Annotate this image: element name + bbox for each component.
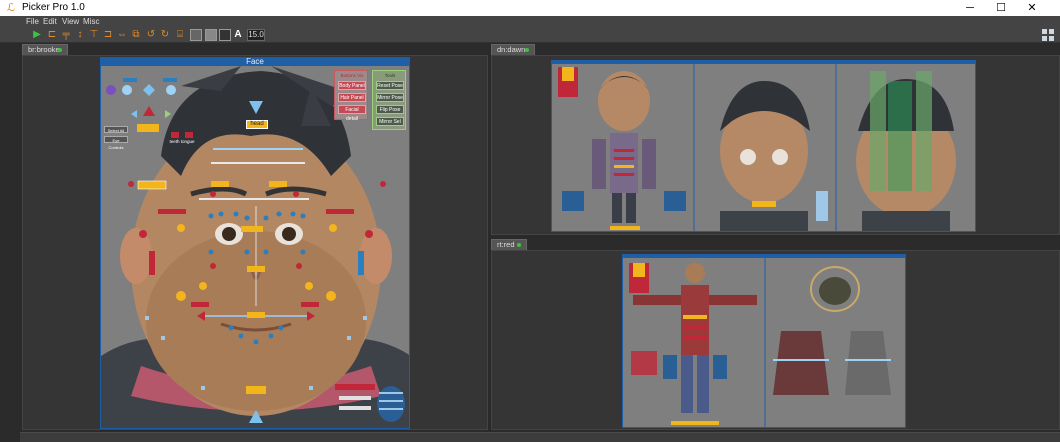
mirror-sel-button[interactable]: Mirror Sel xyxy=(376,117,404,126)
distribute-h-icon[interactable]: ⇔ xyxy=(116,29,128,41)
window-title: Picker Pro 1.0 xyxy=(22,2,85,13)
tab-label: dn:dawn xyxy=(497,45,526,54)
eye-controls-button[interactable]: Eye Controls xyxy=(104,136,128,150)
align-vcenter-icon[interactable]: ↕ xyxy=(74,29,86,41)
buttons-vis-title: Buttons Vis xyxy=(340,73,364,78)
menu-edit[interactable]: Edit xyxy=(43,16,57,27)
tab-label: rt:red xyxy=(497,240,515,249)
undo-icon[interactable]: ↺ xyxy=(145,29,157,41)
red-picker-canvas[interactable] xyxy=(622,254,906,428)
bracket-icon[interactable]: ⌸ xyxy=(174,29,186,41)
hair-panel-button[interactable]: Hair Panel xyxy=(338,93,366,102)
mirror-icon[interactable]: ⧉ xyxy=(130,29,142,41)
tab-brooke[interactable]: br:brooke xyxy=(22,44,68,55)
head-control[interactable]: head xyxy=(246,120,268,129)
app-icon: ℒ xyxy=(7,2,15,14)
play-icon[interactable]: ▶ xyxy=(31,29,43,41)
status-dot xyxy=(58,48,62,52)
menu-file[interactable]: File xyxy=(26,16,39,27)
text-icon[interactable]: A xyxy=(232,29,244,41)
select-all-button[interactable]: Select All xyxy=(104,126,128,133)
tools-panel: Tools Reset Pose Mirror Pose Flip Pose M… xyxy=(372,70,406,130)
shape-rect-icon[interactable] xyxy=(190,29,202,41)
minimize-button[interactable]: ─ xyxy=(955,0,985,16)
status-bar xyxy=(20,432,1060,442)
picker-title: Face xyxy=(101,58,409,66)
flip-pose-button[interactable]: Flip Pose xyxy=(376,105,404,114)
tab-label: br:brooke xyxy=(28,45,60,54)
zoom-field[interactable]: 15.0 xyxy=(247,29,265,41)
splitter-horizontal[interactable] xyxy=(491,235,1060,239)
tab-red[interactable]: rt:red xyxy=(491,239,527,250)
menu-view[interactable]: View xyxy=(62,16,79,27)
align-right-icon[interactable]: ⊐ xyxy=(102,29,114,41)
color-dark-icon[interactable] xyxy=(219,29,231,41)
redo-icon[interactable]: ↻ xyxy=(159,29,171,41)
body-panel-button[interactable]: Body Panel xyxy=(338,81,366,90)
align-top-icon[interactable]: ╤ xyxy=(60,29,72,41)
layout-icon[interactable] xyxy=(1042,29,1054,41)
close-button[interactable]: ✕ xyxy=(1017,0,1047,16)
reset-pose-button[interactable]: Reset Pose xyxy=(376,81,404,90)
status-dot xyxy=(525,48,529,52)
toolbar: ▶ ⊏ ╤ ↕ ⊤ ⊐ ⇔ ⧉ ↺ ↻ ⌸ A 15.0 xyxy=(0,27,1060,43)
buttons-vis-panel: Buttons Vis Body Panel Hair Panel Facial… xyxy=(334,70,368,122)
align-left-icon[interactable]: ⊏ xyxy=(46,29,58,41)
tools-title: Tools xyxy=(384,73,396,78)
teeth-tongue-label: teeth tongue xyxy=(169,139,195,144)
tab-dawn[interactable]: dn:dawn xyxy=(491,44,535,55)
menu-misc[interactable]: Misc xyxy=(83,16,99,27)
dawn-picker-illustration xyxy=(552,61,975,231)
maximize-button[interactable]: ☐ xyxy=(986,0,1016,16)
dawn-picker-canvas[interactable] xyxy=(551,60,976,232)
status-dot xyxy=(517,243,521,247)
title-bar: ℒ Picker Pro 1.0 ─ ☐ ✕ xyxy=(0,0,1060,16)
red-picker-illustration xyxy=(623,255,905,427)
face-picker-canvas[interactable]: Face head Select All Eye Controls teeth … xyxy=(100,57,410,429)
color-gray-icon[interactable] xyxy=(205,29,217,41)
facial-detail-button[interactable]: Facial detail xyxy=(338,105,366,122)
menu-bar: File Edit View Misc xyxy=(0,16,1060,27)
mirror-pose-button[interactable]: Mirror Pose xyxy=(376,93,404,102)
align-bottom-icon[interactable]: ⊤ xyxy=(88,29,100,41)
